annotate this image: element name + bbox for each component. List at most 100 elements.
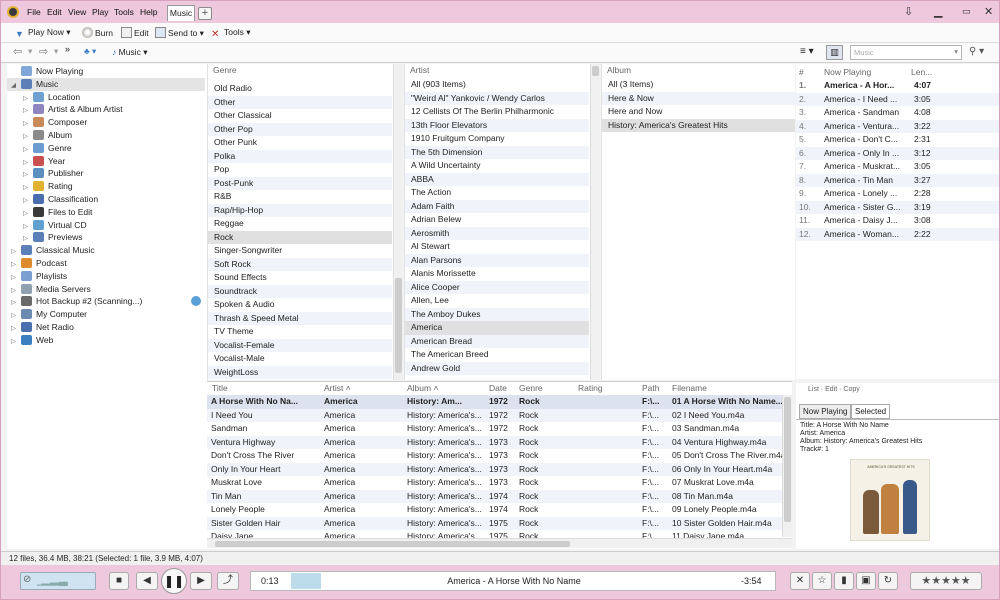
seek-bar[interactable]: 0:13 America - A Horse With No Name -3:5… (250, 571, 776, 591)
artist-item[interactable]: A Wild Uncertainty (405, 159, 589, 173)
table-row[interactable]: Sister Golden Hair America History: Americ… (207, 516, 782, 530)
genre-item[interactable]: Soft Rock (208, 257, 392, 271)
artist-item[interactable]: 13th Floor Elevators (405, 118, 589, 132)
column-artist[interactable]: Artist ˄ (324, 382, 351, 395)
genre-item[interactable]: Vocalist-Male (208, 352, 392, 366)
stop-button[interactable]: ■ (109, 572, 129, 590)
menu-view[interactable]: View (68, 7, 86, 17)
tree-item[interactable]: ◢ Music (7, 77, 205, 91)
artist-item[interactable]: America (405, 321, 589, 335)
artist-item[interactable]: Alan Parsons (405, 253, 589, 267)
file-list-scrollbar[interactable] (782, 395, 792, 537)
table-row[interactable]: A Horse With No Na... America History: Am.… (207, 395, 783, 409)
album-item[interactable]: All (3 Items) (602, 78, 795, 92)
tab-selected[interactable]: Selected (851, 404, 891, 419)
overflow-chevron-icon[interactable]: » (65, 44, 70, 54)
column-length[interactable]: Len... (911, 66, 932, 80)
album-item[interactable]: Here and Now (602, 105, 795, 119)
artist-item[interactable]: Andrew Gold (405, 361, 589, 375)
tree-item[interactable]: ▷ Web (7, 334, 205, 347)
column-path[interactable]: Path (642, 382, 660, 395)
genre-scrollbar[interactable] (393, 64, 403, 380)
column-title[interactable]: Title (212, 382, 228, 395)
genre-scroll-thumb[interactable] (395, 278, 402, 373)
artist-item[interactable]: Al Stewart (405, 240, 589, 254)
artist-item[interactable]: 1910 Fruitgum Company (405, 132, 589, 146)
genre-item[interactable]: Sound Effects (208, 271, 392, 285)
tree-item[interactable]: ▷ Year (7, 155, 205, 168)
next-button[interactable]: ▶ (190, 572, 212, 590)
tree-item[interactable]: ▷ Publisher (7, 167, 205, 180)
send-to-button[interactable]: Send to ▾ (155, 27, 204, 39)
artist-scroll-thumb[interactable] (592, 66, 599, 76)
list-style-icon[interactable]: ≡ ▾ (800, 46, 814, 57)
repeat-icon[interactable]: ↻ (878, 572, 898, 590)
genre-item[interactable]: Soundtrack (208, 284, 392, 298)
pause-button[interactable]: ❚❚ (161, 568, 187, 594)
menu-help[interactable]: Help (140, 7, 157, 17)
genre-item[interactable]: Reggae (208, 217, 392, 231)
volume-meter[interactable]: ⊘ ▁▂▂▃▃▄▄ (20, 572, 96, 590)
table-row[interactable]: Lonely People America History: America's..… (207, 503, 782, 517)
play-now-button[interactable]: ▼ Play Now ▾ (15, 27, 71, 40)
playlist-row[interactable]: 6. America - Only In ... 3:12 (796, 146, 999, 160)
artist-pane-header[interactable]: Artist (405, 64, 600, 77)
file-list-scroll-thumb[interactable] (784, 397, 791, 522)
forward-icon[interactable]: ⇨ (39, 45, 48, 58)
back-icon[interactable]: ⇦ (13, 45, 22, 58)
tree-item[interactable]: ▷ Artist & Album Artist (7, 103, 205, 116)
genre-item[interactable]: Old Radio (208, 82, 392, 96)
playlist-row[interactable]: 5. America - Don't C... 2:31 (796, 133, 999, 147)
playlist-row[interactable]: 1. America - A Hor... 4:07 (796, 79, 999, 93)
artist-item[interactable]: The American Breed (405, 348, 589, 362)
forward-dropdown-icon[interactable]: ▾ (54, 46, 58, 57)
playlist-row[interactable]: 2. America - I Need ... 3:05 (796, 92, 999, 106)
genre-item[interactable]: Rock (208, 230, 392, 244)
tree-item[interactable]: ▷ My Computer (7, 308, 205, 321)
burn-button[interactable]: Burn (82, 27, 113, 38)
column-album[interactable]: Album ˄ (407, 382, 438, 395)
file-list-hscrollbar[interactable] (207, 538, 792, 548)
tree-item[interactable]: ▷ Media Servers (7, 283, 205, 296)
tree-item[interactable]: ▷ Podcast (7, 257, 205, 270)
column-number[interactable]: # (799, 66, 804, 80)
tools-button[interactable]: ✕ Tools ▾ (211, 27, 250, 40)
expand-arrow-icon[interactable]: ▷ (11, 335, 21, 348)
playlist-row[interactable]: 8. America - Tin Man 3:27 (796, 173, 999, 187)
genre-item[interactable]: TV Theme (208, 325, 392, 339)
tree-item[interactable]: ▷ Composer (7, 116, 205, 129)
table-row[interactable]: Sandman America History: America's... 1972 R… (207, 422, 782, 436)
artist-item[interactable]: Alice Cooper (405, 280, 589, 294)
equalizer-icon[interactable]: ▮ (834, 572, 854, 590)
genre-item[interactable]: Spoken & Audio (208, 298, 392, 312)
genre-item[interactable]: Pop (208, 163, 392, 177)
tree-item[interactable]: ▷ Classical Music (7, 244, 205, 257)
pin-icon[interactable]: ⇩ (904, 5, 913, 18)
playlist-row[interactable]: 12. America - Woman... 2:22 (796, 227, 999, 241)
tree-item[interactable]: ▷ Location (7, 91, 205, 104)
artist-item[interactable]: The Amboy Dukes (405, 307, 589, 321)
artist-item[interactable]: Aerosmith (405, 226, 589, 240)
tree-item[interactable]: ▷ Net Radio (7, 321, 205, 334)
menu-file[interactable]: File (27, 7, 41, 17)
table-row[interactable]: Ventura Highway America History: America's… (207, 435, 782, 449)
table-row[interactable]: Muskrat Love America History: America's...… (207, 476, 782, 490)
table-row[interactable]: I Need You America History: America's... 19… (207, 408, 782, 422)
display-icon[interactable]: ▣ (856, 572, 876, 590)
add-tab-button[interactable]: + (198, 7, 212, 20)
search-icon[interactable]: ⚲ ▾ (969, 46, 984, 57)
genre-item[interactable]: Rap/Hip-Hop (208, 203, 392, 217)
menu-play[interactable]: Play (92, 7, 109, 17)
column-now-playing[interactable]: Now Playing (824, 66, 871, 80)
genre-item[interactable]: Post-Punk (208, 176, 392, 190)
mute-icon[interactable]: ⊘ (23, 574, 31, 585)
tab-now-playing[interactable]: Now Playing (799, 404, 852, 419)
tree-item[interactable]: ▷ Playlists (7, 270, 205, 283)
playlist-row[interactable]: 11. America - Daisy J... 3:08 (796, 214, 999, 228)
column-genre[interactable]: Genre (519, 382, 543, 395)
tree-item[interactable]: ▷ Virtual CD (7, 219, 205, 232)
artist-item[interactable]: Adrian Belew (405, 213, 589, 227)
favorite-star-icon[interactable]: ☆ (812, 572, 832, 590)
tree-item[interactable]: Now Playing (7, 65, 205, 78)
artist-item[interactable]: The 5th Dimension (405, 145, 589, 159)
